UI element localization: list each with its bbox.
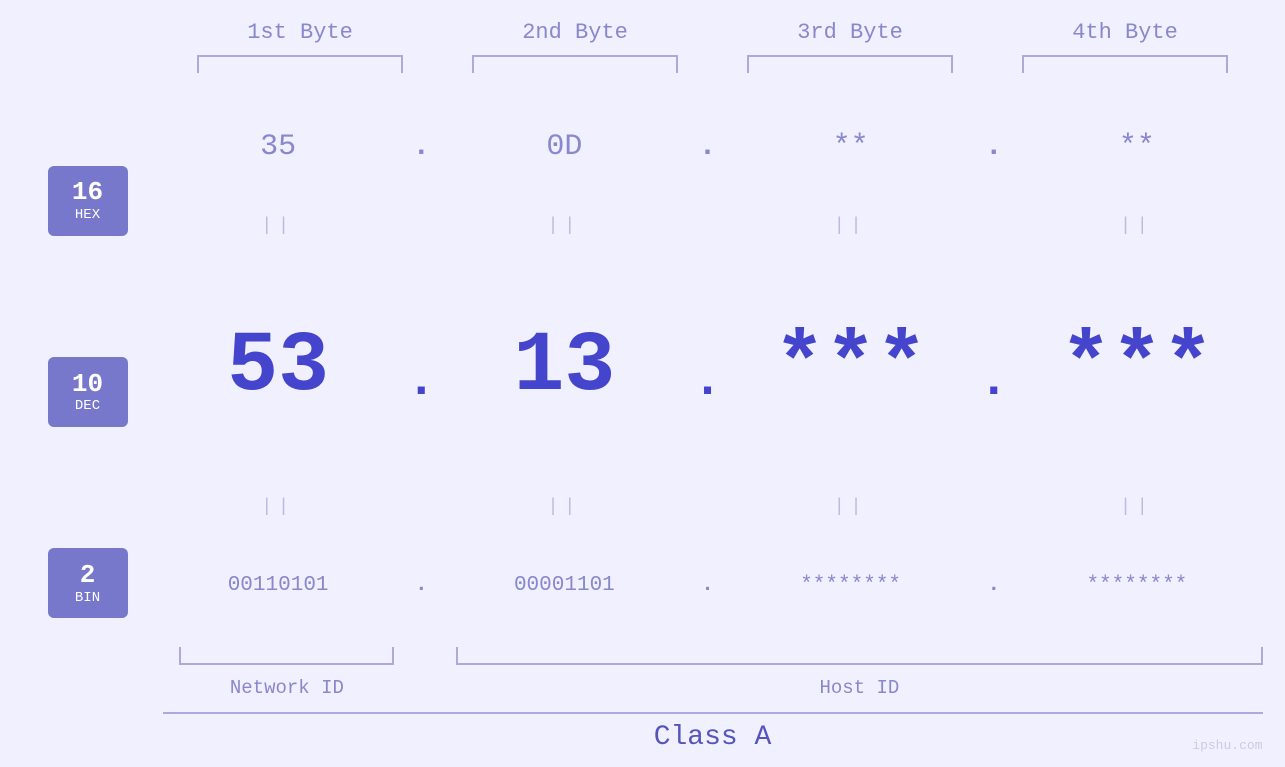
byte2-header: 2nd Byte <box>438 20 713 45</box>
dec-b3: *** <box>725 318 976 415</box>
dec-badge: 10 DEC <box>48 357 128 427</box>
dot-hex-2: . <box>690 130 725 164</box>
hex-b4: ** <box>1011 130 1262 164</box>
bin-row: 00110101 . 00001101 . ******** . *******… <box>153 524 1263 647</box>
equals-row-1: || || || || <box>153 208 1263 243</box>
byte-headers: 1st Byte 2nd Byte 3rd Byte 4th Byte <box>163 20 1263 45</box>
dot-hex-1: . <box>404 130 439 164</box>
full-bottom-bracket <box>163 699 1263 714</box>
eq2-b3: || <box>725 497 976 517</box>
main-area: 16 HEX 10 DEC 2 BIN 35 . 0D . ** . ** <box>23 85 1263 699</box>
hex-b1: 35 <box>153 130 404 164</box>
bottom-brackets <box>153 647 1263 677</box>
dec-b1: 53 <box>153 318 404 415</box>
dec-b2: 13 <box>439 318 690 415</box>
equals-row-2: || || || || <box>153 489 1263 524</box>
dot-dec-3: . <box>976 323 1011 410</box>
eq1-b2: || <box>439 216 690 236</box>
network-id-label: Network ID <box>153 677 422 699</box>
bin-badge: 2 BIN <box>48 548 128 618</box>
dot-dec-2: . <box>690 323 725 410</box>
dot-bin-3: . <box>976 574 1011 597</box>
byte3-header: 3rd Byte <box>713 20 988 45</box>
dec-b4: *** <box>1011 318 1262 415</box>
labels-column: 16 HEX 10 DEC 2 BIN <box>23 85 153 699</box>
class-section: Class A ipshu.com <box>163 699 1263 757</box>
byte4-header: 4th Byte <box>988 20 1263 45</box>
bin-b1: 00110101 <box>153 574 404 597</box>
network-bracket-wrapper <box>153 647 422 677</box>
top-bracket-3 <box>713 55 988 85</box>
bin-b2: 00001101 <box>439 574 690 597</box>
dot-hex-3: . <box>976 130 1011 164</box>
hex-row: 35 . 0D . ** . ** <box>153 85 1263 208</box>
watermark: ipshu.com <box>1192 738 1262 753</box>
eq1-b4: || <box>1011 216 1262 236</box>
top-brackets-row <box>163 55 1263 85</box>
top-bracket-2 <box>438 55 713 85</box>
eq2-b2: || <box>439 497 690 517</box>
byte1-header: 1st Byte <box>163 20 438 45</box>
data-grid: 35 . 0D . ** . ** || || || || 53 <box>153 85 1263 699</box>
dot-bin-1: . <box>404 574 439 597</box>
hex-b3: ** <box>725 130 976 164</box>
dec-row: 53 . 13 . *** . *** <box>153 243 1263 489</box>
eq1-b3: || <box>725 216 976 236</box>
dot-bin-2: . <box>690 574 725 597</box>
hex-b2: 0D <box>439 130 690 164</box>
eq2-b1: || <box>153 497 404 517</box>
eq2-b4: || <box>1011 497 1262 517</box>
bin-b3: ******** <box>725 574 976 597</box>
bin-b4: ******** <box>1011 574 1262 597</box>
top-bracket-1 <box>163 55 438 85</box>
host-id-label: Host ID <box>456 677 1262 699</box>
host-bracket-wrapper <box>456 647 1262 677</box>
top-bracket-4 <box>988 55 1263 85</box>
dot-dec-1: . <box>404 323 439 410</box>
eq1-b1: || <box>153 216 404 236</box>
class-label-row: Class A ipshu.com <box>163 714 1263 757</box>
network-host-labels: Network ID Host ID <box>153 677 1263 699</box>
class-label: Class A <box>654 722 772 753</box>
hex-badge: 16 HEX <box>48 166 128 236</box>
